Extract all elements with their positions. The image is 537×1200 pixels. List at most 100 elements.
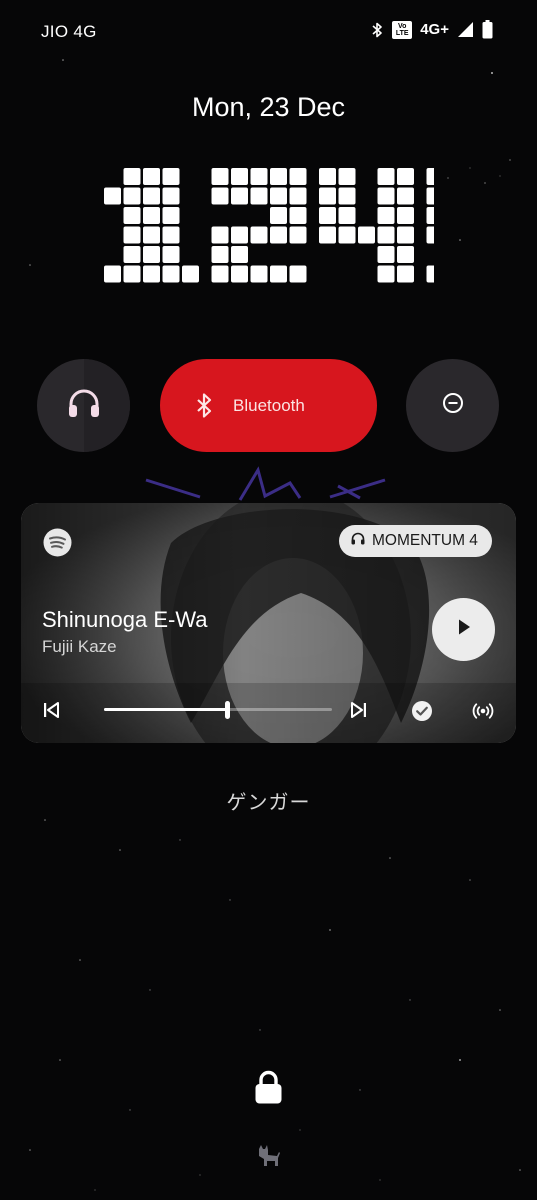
bluetooth-toggle[interactable]: Bluetooth	[160, 359, 377, 452]
clock-segment	[231, 168, 248, 185]
headphones-icon	[351, 532, 365, 550]
check-circle-icon	[411, 701, 433, 726]
clock-segment	[143, 226, 160, 244]
do-not-disturb-toggle[interactable]	[406, 359, 499, 452]
clock-segment	[377, 226, 395, 244]
clock-segment	[319, 187, 336, 205]
clock-segment	[162, 187, 180, 205]
clock-segment	[270, 226, 287, 244]
segmented-clock-digits	[104, 168, 522, 283]
lock-icon	[255, 1070, 282, 1108]
song-artist: Fujii Kaze	[42, 637, 117, 656]
seek-progress	[104, 708, 228, 711]
clock-segment	[397, 168, 414, 185]
clock-segment	[211, 226, 229, 244]
lockscreen-date: Mon, 23 Dec	[191, 92, 346, 122]
clock-segment	[319, 207, 336, 224]
clock-segment	[426, 226, 444, 244]
clock-segment	[289, 265, 307, 283]
owner-info-text: ゲンガー	[226, 792, 311, 814]
seek-bar[interactable]	[104, 701, 332, 719]
status-bar: JIO 4G Vo LTE 4G+	[0, 0, 537, 62]
clock-segment	[211, 265, 229, 283]
clock-segment	[377, 265, 395, 283]
clock-segment	[270, 265, 287, 283]
bluetooth-icon	[370, 21, 384, 39]
clock-segment	[123, 168, 141, 185]
clock-segment	[162, 226, 180, 244]
battery-icon	[482, 20, 493, 39]
media-player-card: MOMENTUM 4 Shinunoga E-Wa Fujii Kaze	[21, 503, 516, 743]
clock-segment	[143, 187, 160, 205]
clock-segment	[162, 207, 180, 224]
play-icon	[456, 618, 472, 641]
carrier-name: JIO 4G	[41, 22, 97, 41]
bluetooth-toggle-label: Bluetooth	[233, 396, 305, 415]
clock-segment	[123, 187, 141, 205]
clock-segment	[143, 207, 160, 224]
spotify-icon	[43, 528, 72, 562]
clock-segment	[397, 207, 414, 224]
clock-segment	[231, 265, 248, 283]
previous-track-button[interactable]	[41, 701, 61, 724]
clock-segment	[377, 168, 395, 185]
clock-segment	[231, 246, 248, 263]
clock-segment	[270, 187, 287, 205]
clock-segment	[426, 187, 444, 205]
clock-segment	[211, 246, 229, 263]
clock-segment	[426, 265, 444, 283]
clock-segment	[289, 187, 307, 205]
connect-device-button[interactable]	[472, 700, 494, 727]
clock-segment	[211, 187, 229, 205]
output-device-chip[interactable]: MOMENTUM 4	[339, 525, 492, 557]
song-title: Shinunoga E-Wa	[42, 607, 208, 632]
clock-segment	[162, 246, 180, 263]
clock-segment	[377, 207, 395, 224]
clock-segment	[270, 168, 287, 185]
clock-segment	[231, 226, 248, 244]
clock-segment	[319, 168, 336, 185]
next-track-button[interactable]	[349, 701, 369, 724]
clock-segment	[338, 168, 356, 185]
clock-segment	[397, 246, 414, 263]
clock-segment	[338, 207, 356, 224]
clock-segment	[270, 207, 287, 224]
clock-segment	[289, 168, 307, 185]
clock-segment	[211, 168, 229, 185]
clock-segment	[143, 246, 160, 263]
broadcast-icon	[472, 703, 494, 726]
skip-next-icon	[349, 702, 369, 723]
clock-segment	[338, 226, 356, 244]
lockscreen-clock: 1249	[104, 160, 522, 317]
bluetooth-icon	[195, 392, 213, 424]
output-device-name: MOMENTUM 4	[372, 532, 478, 549]
seek-thumb[interactable]	[225, 701, 231, 719]
clock-segment	[162, 265, 180, 283]
clock-segment	[338, 187, 356, 205]
liked-button[interactable]	[411, 700, 433, 727]
play-button[interactable]	[432, 598, 495, 661]
clock-segment	[289, 226, 307, 244]
headphones-icon	[67, 388, 101, 423]
clock-segment	[426, 168, 444, 185]
clock-segment	[123, 265, 141, 283]
clock-segment	[250, 226, 268, 244]
clock-segment	[162, 168, 180, 185]
skip-previous-icon	[41, 702, 61, 723]
clock-segment	[123, 226, 141, 244]
headphones-toggle[interactable]	[37, 359, 130, 452]
network-type: 4G+	[420, 21, 449, 38]
clock-segment	[143, 265, 160, 283]
clock-segment	[358, 226, 375, 244]
clock-segment	[250, 187, 268, 205]
cat-icon	[257, 1145, 281, 1171]
clock-segment	[104, 187, 121, 205]
lock-button[interactable]	[255, 1070, 282, 1109]
clock-segment	[426, 207, 444, 224]
signal-icon	[457, 21, 474, 38]
clock-segment	[397, 187, 414, 205]
clock-segment	[231, 187, 248, 205]
clock-segment	[397, 265, 414, 283]
clock-segment	[377, 187, 395, 205]
do-not-disturb-icon	[442, 392, 464, 419]
